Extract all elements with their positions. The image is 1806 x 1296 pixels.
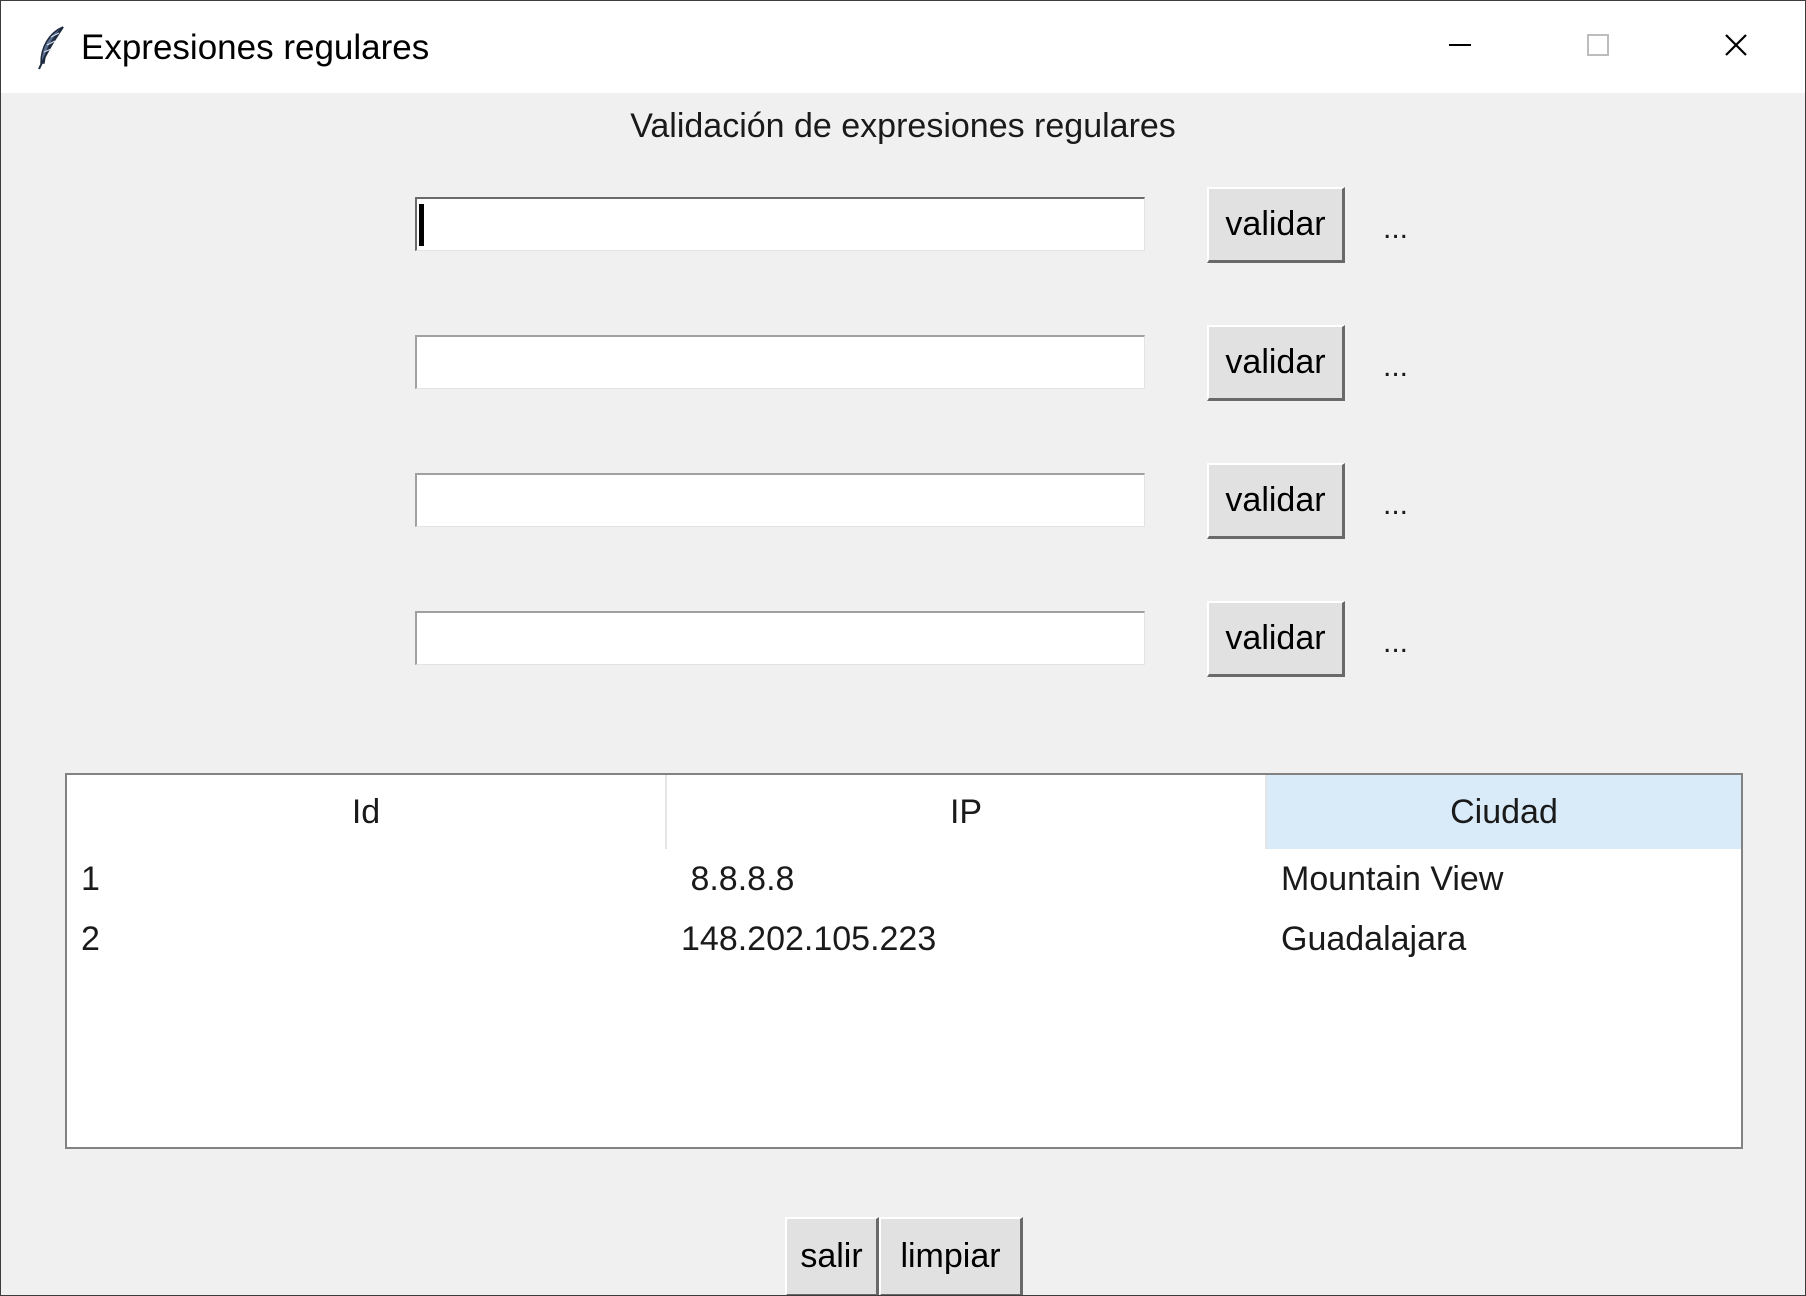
regex-input-4[interactable]: [415, 611, 1145, 665]
validar-button-2[interactable]: validar: [1207, 325, 1345, 401]
cell-ciudad: Guadalajara: [1281, 919, 1467, 958]
table-header: Id IP Ciudad: [67, 775, 1741, 849]
result-label-3: ...: [1383, 488, 1409, 521]
table-row[interactable]: 1 8.8.8.8 Mountain View: [67, 849, 1741, 909]
salir-button[interactable]: salir: [785, 1217, 879, 1295]
result-label-1: ...: [1383, 212, 1409, 245]
minimize-icon: [1449, 44, 1471, 46]
maximize-button[interactable]: [1529, 1, 1667, 93]
column-header-ciudad[interactable]: Ciudad: [1267, 775, 1741, 849]
app-window: Expresiones regulares Validación de expr…: [0, 0, 1806, 1296]
close-button[interactable]: [1667, 1, 1805, 93]
validar-button-1[interactable]: validar: [1207, 187, 1345, 263]
title-bar[interactable]: Expresiones regulares: [1, 1, 1805, 93]
cell-ciudad: Mountain View: [1281, 859, 1504, 898]
cell-id: 2: [81, 919, 100, 958]
close-icon: [1725, 34, 1747, 56]
page-heading: Validación de expresiones regulares: [630, 107, 1176, 145]
regex-input-3[interactable]: [415, 473, 1145, 527]
maximize-icon: [1587, 34, 1609, 56]
results-table[interactable]: Id IP Ciudad 1 8.8.8.8 Mountain View 2 1…: [65, 773, 1743, 1149]
minimize-button[interactable]: [1391, 1, 1529, 93]
table-body: 1 8.8.8.8 Mountain View 2 148.202.105.22…: [67, 849, 1741, 969]
result-label-2: ...: [1383, 350, 1409, 383]
column-header-ip[interactable]: IP: [667, 775, 1267, 849]
table-row[interactable]: 2 148.202.105.223 Guadalajara: [67, 909, 1741, 969]
text-caret: [419, 204, 424, 246]
validar-button-3[interactable]: validar: [1207, 463, 1345, 539]
window-title: Expresiones regulares: [81, 28, 430, 67]
feather-icon: [38, 26, 64, 70]
validar-button-4[interactable]: validar: [1207, 601, 1345, 677]
result-label-4: ...: [1383, 626, 1409, 659]
regex-input-1[interactable]: [415, 197, 1145, 251]
cell-ip: 8.8.8.8: [681, 859, 795, 898]
cell-ip: 148.202.105.223: [681, 919, 937, 958]
limpiar-button[interactable]: limpiar: [879, 1217, 1023, 1295]
cell-id: 1: [81, 859, 100, 898]
regex-input-2[interactable]: [415, 335, 1145, 389]
column-header-id[interactable]: Id: [67, 775, 667, 849]
